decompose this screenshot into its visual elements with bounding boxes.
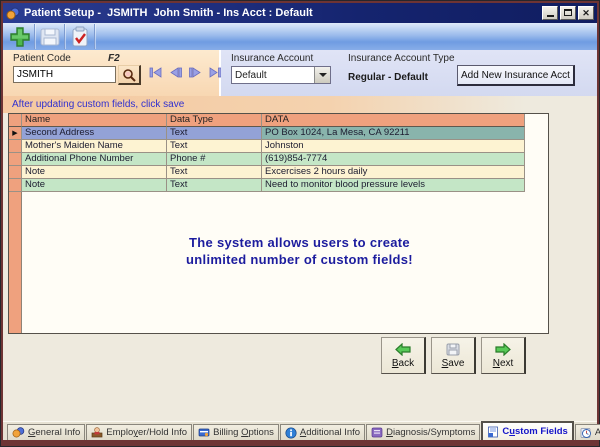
next-record-icon[interactable] — [189, 67, 202, 78]
message-bar: After updating custom fields, click save — [3, 96, 597, 113]
diagnosis-icon — [371, 427, 383, 438]
app-icon — [6, 7, 20, 20]
dropdown-arrow-icon[interactable] — [314, 67, 330, 83]
selector-header-cell — [9, 114, 22, 127]
column-header-data[interactable]: DATA — [262, 114, 525, 127]
tab-diagnosis-symptoms[interactable]: Diagnosis/Symptoms — [366, 424, 480, 440]
content-area: Name Data Type DATA ▶ Second Address Tex… — [3, 113, 597, 421]
previous-record-icon[interactable] — [169, 67, 182, 78]
tab-general-info[interactable]: General Info — [7, 424, 85, 440]
save-floppy-icon — [446, 343, 460, 356]
row-selector-cell[interactable] — [9, 140, 22, 153]
table-row-cell-name[interactable]: Additional Phone Number — [22, 153, 167, 166]
annotation-text: The system allows users to create unlimi… — [9, 234, 549, 268]
column-header-datatype[interactable]: Data Type — [167, 114, 262, 127]
maximize-button[interactable] — [560, 6, 576, 20]
add-icon — [9, 26, 31, 48]
insurance-account-select[interactable]: Default — [231, 66, 331, 84]
tab-additional-info[interactable]: Additional Info — [280, 424, 365, 440]
row-selector-cell[interactable] — [9, 153, 22, 166]
record-navigator — [149, 67, 222, 78]
titlebar[interactable]: Patient Setup - JSMITH John Smith - Ins … — [3, 3, 597, 23]
insurance-account-value: Default — [232, 70, 314, 81]
window-frame: Patient Setup - JSMITH John Smith - Ins … — [0, 0, 600, 447]
table-row-cell-datatype[interactable]: Phone # — [167, 153, 262, 166]
table-row-cell-datatype[interactable]: Text — [167, 140, 262, 153]
tab-appointments[interactable]: Appointments — [575, 424, 600, 440]
table-row-cell-data[interactable]: Johnston — [262, 140, 525, 153]
custom-fields-grid: Name Data Type DATA ▶ Second Address Tex… — [8, 113, 549, 334]
table-row-cell-name[interactable]: Second Address — [22, 127, 167, 140]
clipboard-check-icon — [70, 26, 90, 48]
column-header-name[interactable]: Name — [22, 114, 167, 127]
table-row-cell-data[interactable]: PO Box 1024, La Mesa, CA 92211 — [262, 127, 525, 140]
billing-icon — [198, 427, 210, 438]
add-insurance-button[interactable]: Add New Insurance Acct — [457, 65, 575, 86]
info-icon — [285, 427, 297, 439]
save-icon — [39, 27, 61, 47]
first-record-icon[interactable] — [149, 67, 162, 78]
verify-button[interactable] — [65, 24, 95, 49]
tab-billing-options[interactable]: Billing Options — [193, 424, 279, 440]
table-row-cell-datatype[interactable]: Text — [167, 179, 262, 192]
parameter-panels: Patient Code F2 — [3, 50, 597, 96]
next-button[interactable]: Next — [481, 337, 526, 374]
insurance-account-label: Insurance Account — [231, 53, 313, 64]
f2-hotkey-label: F2 — [108, 53, 120, 64]
patient-code-panel: Patient Code F2 — [3, 50, 221, 96]
table-row-cell-datatype[interactable]: Text — [167, 127, 262, 140]
wizard-buttons: Back Save Next — [381, 337, 526, 374]
tab-custom-fields[interactable]: Custom Fields — [481, 421, 573, 440]
back-button[interactable]: Back — [381, 337, 426, 374]
toolbar — [3, 23, 597, 50]
minimize-button[interactable] — [542, 6, 558, 20]
table-row-cell-data[interactable]: Need to monitor blood pressure levels — [262, 179, 525, 192]
tab-employer-hold-info[interactable]: Employer/Hold Info — [86, 424, 192, 440]
table-row-cell-datatype[interactable]: Text — [167, 166, 262, 179]
bottom-tab-bar: General Info Employer/Hold Info Billing … — [3, 421, 597, 440]
custom-fields-icon — [487, 426, 499, 438]
patient-setup-window: Patient Setup - JSMITH John Smith - Ins … — [3, 3, 597, 440]
save-reminder-text: After updating custom fields, click save — [12, 99, 184, 110]
clock-icon — [580, 427, 592, 439]
row-selector-cell[interactable] — [9, 166, 22, 179]
insurance-type-value: Regular - Default — [348, 72, 428, 83]
add-record-button[interactable] — [5, 24, 35, 49]
close-button[interactable]: ✕ — [578, 6, 594, 20]
save-record-button[interactable] — [35, 24, 65, 49]
search-icon — [122, 68, 136, 82]
row-selector-arrow-icon[interactable]: ▶ — [9, 127, 22, 140]
patient-code-label: Patient Code — [13, 53, 71, 64]
window-title: Patient Setup - JSMITH John Smith - Ins … — [24, 7, 542, 19]
annotation-line2: unlimited number of custom fields! — [49, 251, 549, 268]
back-arrow-icon — [395, 343, 411, 356]
table-row-cell-data[interactable]: Excercises 2 hours daily — [262, 166, 525, 179]
table-row-cell-data[interactable]: (619)854-7774 — [262, 153, 525, 166]
table-row-cell-name[interactable]: Note — [22, 179, 167, 192]
table-row-cell-name[interactable]: Mother's Maiden Name — [22, 140, 167, 153]
people-icon — [12, 427, 25, 438]
row-selector-cell[interactable] — [9, 179, 22, 192]
patient-search-button[interactable] — [118, 65, 141, 85]
patient-code-input[interactable] — [13, 66, 116, 83]
employer-icon — [91, 427, 103, 438]
save-button[interactable]: Save — [431, 337, 476, 374]
next-arrow-icon — [495, 343, 511, 356]
insurance-panel: Insurance Account Default Insurance Acco… — [221, 50, 597, 96]
annotation-line1: The system allows users to create — [49, 234, 549, 251]
table-row-cell-name[interactable]: Note — [22, 166, 167, 179]
insurance-type-label: Insurance Account Type — [348, 53, 455, 64]
